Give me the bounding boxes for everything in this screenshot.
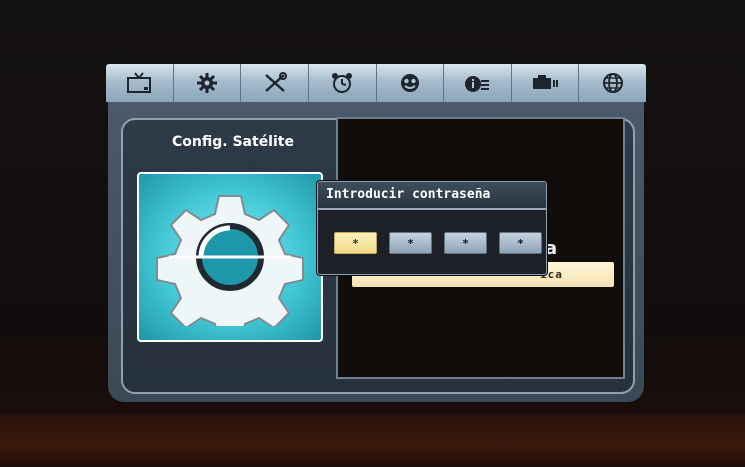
password-slot-4[interactable]: *	[499, 232, 542, 254]
gear-icon	[196, 73, 217, 93]
info-icon	[465, 76, 490, 92]
dialog-title: Introducir contraseña	[318, 182, 546, 210]
password-slot-3[interactable]: *	[444, 232, 487, 254]
globe-icon	[602, 73, 623, 93]
tab-tv[interactable]	[106, 64, 174, 102]
tv-icon	[127, 72, 152, 93]
tab-network[interactable]	[579, 64, 646, 102]
tab-face[interactable]	[377, 64, 445, 102]
tab-recording[interactable]	[512, 64, 580, 102]
tab-info[interactable]	[444, 64, 512, 102]
password-slots: * * * *	[334, 232, 542, 254]
satellite-config-tile[interactable]	[137, 172, 323, 342]
tools-icon	[264, 72, 287, 92]
page-title: Config. Satélite	[172, 134, 294, 150]
top-menu-bar	[106, 64, 646, 102]
alarm-clock-icon	[332, 73, 353, 93]
password-dialog: Introducir contraseña * * * *	[317, 181, 547, 275]
recording-icon	[533, 75, 559, 89]
large-gear-icon	[156, 195, 304, 326]
tab-tools[interactable]	[241, 64, 309, 102]
face-icon	[400, 74, 419, 92]
password-slot-2[interactable]: *	[389, 232, 432, 254]
tab-settings[interactable]	[174, 64, 242, 102]
password-slot-1[interactable]: *	[334, 232, 377, 254]
tab-timer[interactable]	[309, 64, 377, 102]
tv-bezel-bottom	[0, 415, 745, 467]
